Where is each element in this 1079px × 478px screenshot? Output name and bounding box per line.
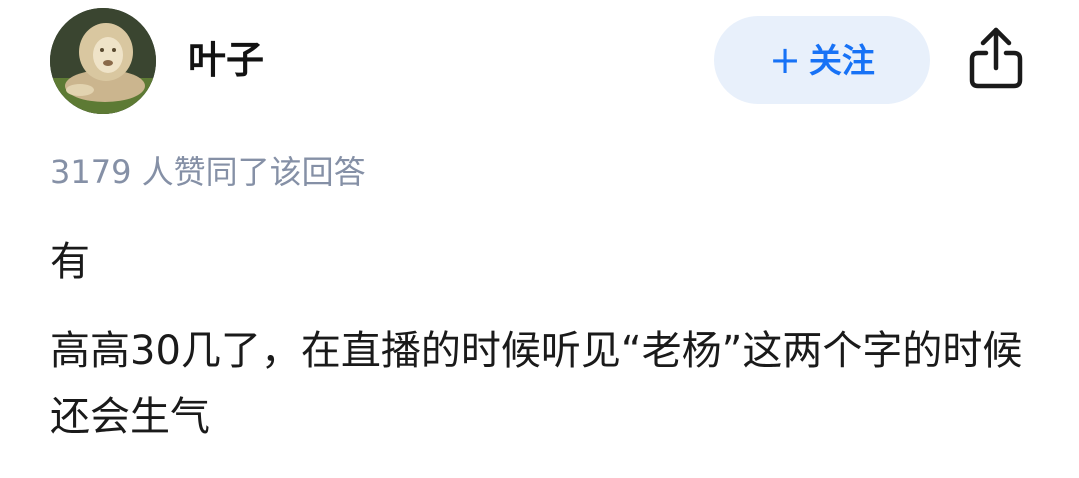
author-name[interactable]: 叶子: [188, 38, 264, 82]
answer-paragraph: 有: [50, 239, 90, 285]
author-avatar[interactable]: [50, 8, 156, 114]
answer-content: 有 高高30几了，在直播的时候听见“老杨”这两个字的时候还会生气: [50, 232, 1040, 450]
follow-button[interactable]: + 关注: [714, 16, 930, 104]
share-icon[interactable]: [966, 24, 1026, 92]
follow-button-label: 关注: [808, 40, 875, 80]
plus-icon: +: [769, 38, 801, 82]
answer-header: 叶子 + 关注: [0, 0, 1079, 120]
answer-paragraph: 高高30几了，在直播的时候听见“老杨”这两个字的时候还会生气: [50, 328, 1023, 440]
upvote-count: 3179 人赞同了该回答: [50, 153, 366, 191]
